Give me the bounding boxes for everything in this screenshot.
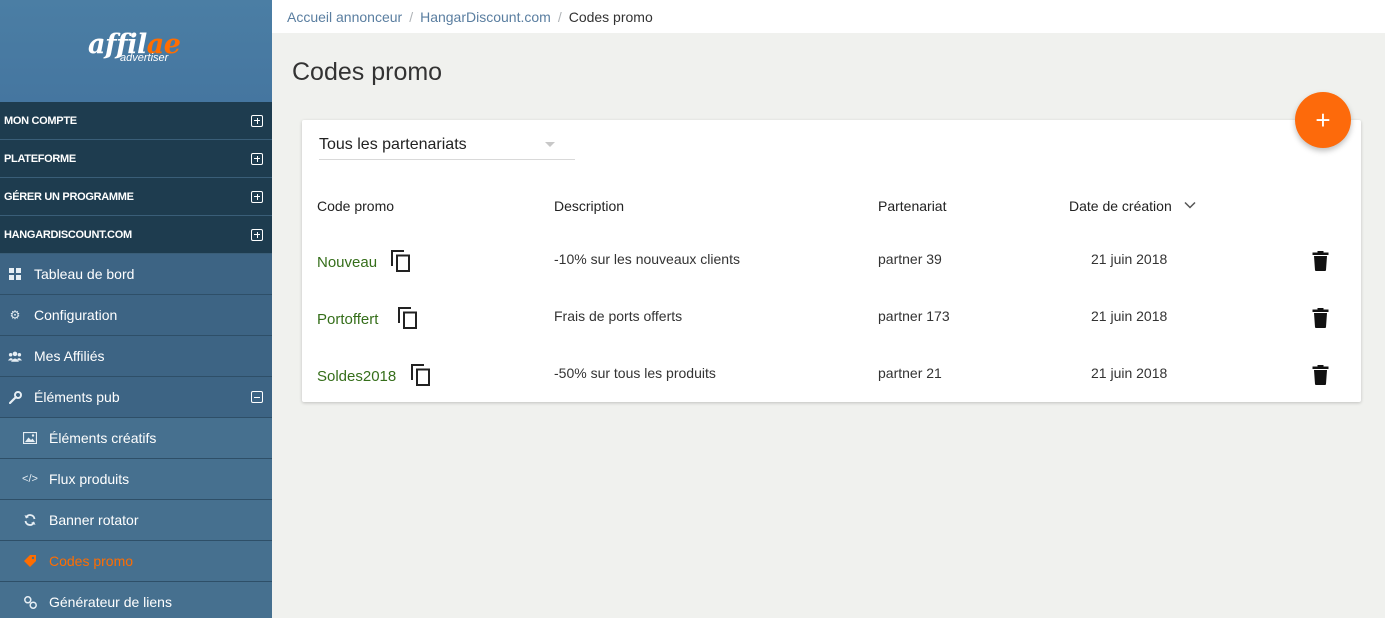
logo-sub: advertiser [120,52,169,64]
breadcrumb: Accueil annonceur / HangarDiscount.com /… [272,0,1385,33]
sidebar-section-label: PLATEFORME [4,152,76,165]
code-icon: </> [22,473,38,485]
expand-icon [251,228,263,241]
breadcrumb-separator: / [409,8,414,25]
link-icon [23,595,37,609]
sidebar-section-label: MON COMPTE [4,114,77,127]
users-icon [8,349,22,363]
trash-icon[interactable] [1312,365,1329,385]
sidebar-item-tableau-de-bord[interactable]: Tableau de bord [0,254,272,295]
partner-cell: partner 21 [878,365,942,381]
gear-icon: ⚙ [9,308,21,322]
breadcrumb-separator: / [557,8,562,25]
sidebar-item-label: Mes Affiliés [34,348,105,364]
description-cell: -10% sur les nouveaux clients [554,251,740,267]
expand-icon [251,190,263,203]
sidebar-item-label: Éléments pub [34,389,120,405]
sidebar-item-mes-affilies[interactable]: Mes Affiliés [0,336,272,377]
sidebar-item-label: Codes promo [49,553,134,569]
dashboard-icon [8,267,22,281]
sidebar-item-elements-pub[interactable]: Éléments pub [0,377,272,418]
tag-icon [23,554,37,568]
sidebar-section-gerer-programme[interactable]: GÉRER UN PROGRAMME [0,178,272,216]
copy-icon[interactable] [397,306,419,330]
column-header-description: Description [554,198,625,214]
sidebar-section-hangardiscount[interactable]: HANGARDISCOUNT.COM [0,216,272,254]
sidebar-item-banner-rotator[interactable]: Banner rotator [0,500,272,541]
copy-icon[interactable] [390,249,412,273]
table-row: Portoffert Frais de ports offerts partne… [302,290,1361,347]
plus-icon: + [1315,104,1331,135]
logo-area: affilae advertiser [0,0,272,102]
chevron-down-icon [545,142,555,147]
page-title: Codes promo [292,58,443,86]
sidebar-item-label: Générateur de liens [49,594,172,610]
promo-code-link[interactable]: Nouveau [317,254,377,271]
trash-icon[interactable] [1312,308,1329,328]
sidebar-item-elements-creatifs[interactable]: Éléments créatifs [0,418,272,459]
column-header-partnership: Partenariat [878,198,947,214]
promo-code-link[interactable]: Soldes2018 [317,368,396,385]
sidebar-item-generateur-liens[interactable]: Générateur de liens [0,582,272,618]
sidebar-section-mon-compte[interactable]: MON COMPTE [0,102,272,140]
collapse-icon[interactable] [251,391,263,403]
affilae-logo[interactable]: affilae advertiser [88,30,188,70]
sidebar-item-label: Éléments créatifs [49,430,157,446]
column-header-date-label: Date de création [1069,198,1172,214]
sidebar-item-flux-produits[interactable]: </> Flux produits [0,459,272,500]
sidebar-section-label: HANGARDISCOUNT.COM [4,228,132,241]
promo-codes-card: Tous les partenariats Code promo Descrip… [302,120,1361,402]
column-header-date[interactable]: Date de création [1069,198,1196,214]
add-promo-code-button[interactable]: + [1295,92,1351,148]
date-cell: 21 juin 2018 [1091,308,1168,324]
breadcrumb-current: Codes promo [568,8,653,25]
table-row: Soldes2018 -50% sur tous les produits pa… [302,347,1361,404]
sidebar-item-label: Configuration [34,307,118,323]
sidebar: affilae advertiser MON COMPTE PLATEFORME… [0,0,272,618]
date-cell: 21 juin 2018 [1091,365,1168,381]
partner-cell: partner 173 [878,308,950,324]
partnership-select[interactable]: Tous les partenariats [319,130,575,160]
copy-icon[interactable] [410,363,432,387]
description-cell: -50% sur tous les produits [554,365,716,381]
column-header-code: Code promo [317,198,395,214]
refresh-icon [23,513,37,527]
sidebar-item-label: Tableau de bord [34,266,135,282]
breadcrumb-link-accueil[interactable]: Accueil annonceur [287,9,402,25]
breadcrumb-link-hangardiscount[interactable]: HangarDiscount.com [420,9,551,25]
sidebar-section-plateforme[interactable]: PLATEFORME [0,140,272,178]
partner-cell: partner 39 [878,251,942,267]
expand-icon [251,114,263,127]
sidebar-section-label: GÉRER UN PROGRAMME [4,190,134,203]
sort-down-icon [1184,202,1196,209]
sidebar-item-configuration[interactable]: ⚙ Configuration [0,295,272,336]
description-cell: Frais de ports offerts [554,308,683,324]
expand-icon [251,152,263,165]
promo-code-link[interactable]: Portoffert [317,311,378,328]
sidebar-item-label: Flux produits [49,471,130,487]
table-row: Nouveau -10% sur les nouveaux clients pa… [302,233,1361,290]
date-cell: 21 juin 2018 [1091,251,1168,267]
sidebar-item-label: Banner rotator [49,512,139,528]
wrench-icon [8,390,22,404]
image-icon [23,431,37,445]
trash-icon[interactable] [1312,251,1329,271]
sidebar-item-codes-promo[interactable]: Codes promo [0,541,272,582]
partnership-select-value: Tous les partenariats [319,136,467,153]
